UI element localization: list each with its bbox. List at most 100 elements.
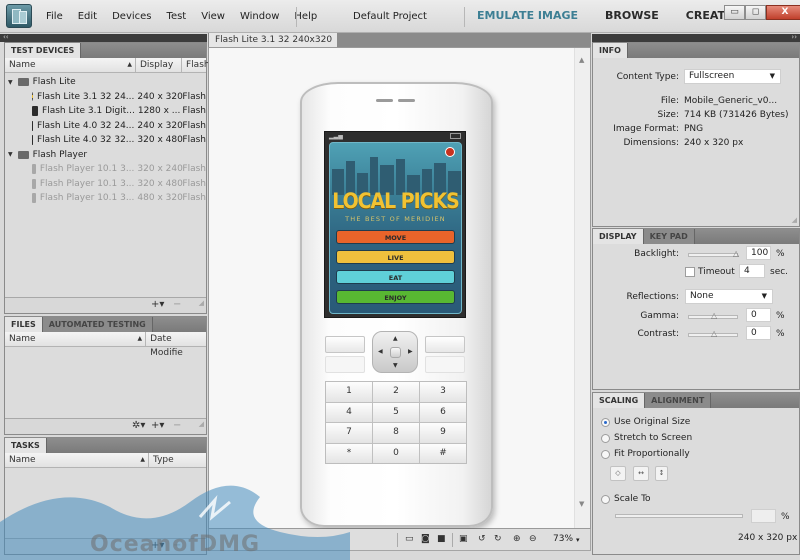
record-icon[interactable]: ▭ [405,535,415,544]
info-badge-icon[interactable] [445,147,455,157]
tab-tasks[interactable]: TASKS [5,438,47,453]
fit-proportionally-label[interactable]: Fit Proportionally [614,449,690,459]
device-row[interactable]: Flash Player 10.1 3... 320 x 240 Flash [5,162,206,177]
left-lower-key[interactable] [325,356,365,373]
add-device-button[interactable]: +▾ [151,299,164,310]
restore-button[interactable]: ◻ [745,5,766,20]
rotate-right-icon[interactable]: ↻ [494,535,504,544]
keypad-key[interactable]: 5 [373,402,419,422]
resize-grip-icon[interactable]: ◢ [199,420,204,432]
menu-edit[interactable]: Edit [78,11,97,22]
use-original-size-label[interactable]: Use Original Size [614,417,690,427]
zoom-level[interactable]: 73% [553,534,573,544]
dpad[interactable]: ▲ ▼ ◀ ▶ [372,331,418,373]
collapse-right-icon[interactable]: ›› [791,33,797,41]
app-button-enjoy[interactable]: ENJOY [336,290,455,304]
gamma-input[interactable]: 0 [746,308,771,322]
stretch-to-screen-label[interactable]: Stretch to Screen [614,433,692,443]
camera-icon[interactable]: ◙ [421,535,431,544]
vertical-scrollbar[interactable]: ▲ ▼ [574,48,590,528]
radio-fit-proportionally[interactable] [601,450,610,459]
tab-key-pad[interactable]: KEY PAD [643,229,695,244]
content-type-select[interactable]: Fullscreen ▼ [684,69,781,84]
col-display[interactable]: Display [136,58,182,72]
col-name[interactable]: Name ▲ [5,332,147,346]
app-button-eat[interactable]: EAT [336,270,455,284]
menu-file[interactable]: File [46,11,63,22]
dpad-up-icon[interactable]: ▲ [393,335,398,342]
expand-triangle-icon[interactable]: ▼ [8,79,13,86]
dpad-center-button[interactable] [390,347,401,358]
mode-browse[interactable]: BROWSE [605,9,659,22]
zoom-in-icon[interactable]: ⊕ [513,535,523,544]
tab-device-view[interactable]: Flash Lite 3.1 32 240x320 [209,33,337,47]
keypad-key[interactable]: * [326,443,372,463]
tab-display[interactable]: DISPLAY [593,229,644,244]
zoom-dropdown-icon[interactable]: ▾ [576,536,580,544]
slider-thumb-icon[interactable]: △ [711,312,717,320]
device-group[interactable]: ▼ Flash Player [5,148,206,163]
scroll-down-icon[interactable]: ▼ [579,500,584,508]
right-lower-key[interactable] [425,356,465,373]
radio-stretch-to-screen[interactable] [601,434,610,443]
expand-triangle-icon[interactable]: ▼ [8,151,13,158]
timeout-input[interactable]: 4 [739,264,765,278]
add-task-button[interactable]: +▾ [151,540,164,551]
device-row[interactable]: Flash Player 10.1 3... 480 x 320 Flash [5,191,206,206]
save-icon[interactable]: ■ [437,535,447,544]
fit-width-icon[interactable]: ↔ [633,466,649,481]
rotate-left-icon[interactable]: ↺ [478,535,488,544]
col-flash[interactable]: Flash [182,58,210,72]
device-row[interactable]: Flash Lite 4.0 32 24... 240 x 320 Flash [5,119,206,134]
keypad-key[interactable]: 8 [373,423,419,443]
app-button-live[interactable]: LIVE [336,250,455,264]
keypad-key[interactable]: 9 [420,423,466,443]
menu-window[interactable]: Window [240,11,279,22]
dpad-down-icon[interactable]: ▼ [393,362,398,369]
right-collapse-bar[interactable]: ›› [592,34,800,42]
keypad-key[interactable]: 6 [420,402,466,422]
col-date-modified[interactable]: Date Modifie [146,332,206,358]
mode-emulate-image[interactable]: EMULATE IMAGE [477,9,578,22]
copy-icon[interactable]: ▣ [459,535,469,544]
tab-info[interactable]: INFO [593,43,628,58]
collapse-left-icon[interactable]: ‹‹ [3,33,9,41]
contrast-input[interactable]: 0 [746,326,771,340]
device-group[interactable]: ▼ Flash Lite [5,75,206,90]
col-name[interactable]: Name ▲ [5,58,136,72]
keypad-key[interactable]: 1 [326,382,372,402]
left-collapse-bar[interactable]: ‹‹ [0,34,207,42]
tab-test-devices[interactable]: TEST DEVICES [5,43,82,58]
col-type[interactable]: Type [149,453,174,467]
menu-devices[interactable]: Devices [112,11,151,22]
tab-scaling[interactable]: SCALING [593,393,646,408]
fit-both-icon[interactable]: ◇ [610,466,626,481]
backlight-input[interactable]: 100 [746,246,771,260]
right-softkey[interactable] [425,336,465,353]
dpad-left-icon[interactable]: ◀ [378,348,383,355]
gamma-slider[interactable]: △ [688,312,738,320]
fit-height-icon[interactable]: ↕ [655,466,668,481]
reflections-select[interactable]: None ▼ [685,289,773,304]
close-button[interactable]: X [766,5,800,20]
menu-view[interactable]: View [201,11,225,22]
scale-to-label[interactable]: Scale To [614,494,651,504]
phone-screen[interactable]: ▂▃▅ LOCAL PICKS THE BEST OF MERIDIEN MOV… [324,131,466,318]
scroll-up-icon[interactable]: ▲ [579,56,584,64]
resize-grip-icon[interactable]: ◢ [199,299,204,311]
slider-thumb-icon[interactable]: △ [711,330,717,338]
device-row[interactable]: Flash Lite 3.1 Digit... 1280 x ... Flash [5,104,206,119]
settings-gear-button[interactable]: ✲▾ [132,420,145,431]
timeout-checkbox[interactable] [685,267,695,277]
add-file-button[interactable]: +▾ [151,420,164,431]
contrast-slider[interactable]: △ [688,330,738,338]
tab-automated-testing[interactable]: AUTOMATED TESTING [42,317,153,332]
remove-file-button[interactable]: − [173,420,181,431]
radio-use-original-size[interactable] [601,418,610,427]
keypad-key[interactable]: 2 [373,382,419,402]
keypad-key[interactable]: # [420,443,466,463]
device-row[interactable]: Flash Lite 4.0 32 32... 320 x 480 Flash [5,133,206,148]
menu-help[interactable]: Help [294,11,317,22]
device-row[interactable]: Flash Lite 3.1 32 24... 240 x 320 Flash [5,90,206,105]
col-name[interactable]: Name ▲ [5,453,149,467]
